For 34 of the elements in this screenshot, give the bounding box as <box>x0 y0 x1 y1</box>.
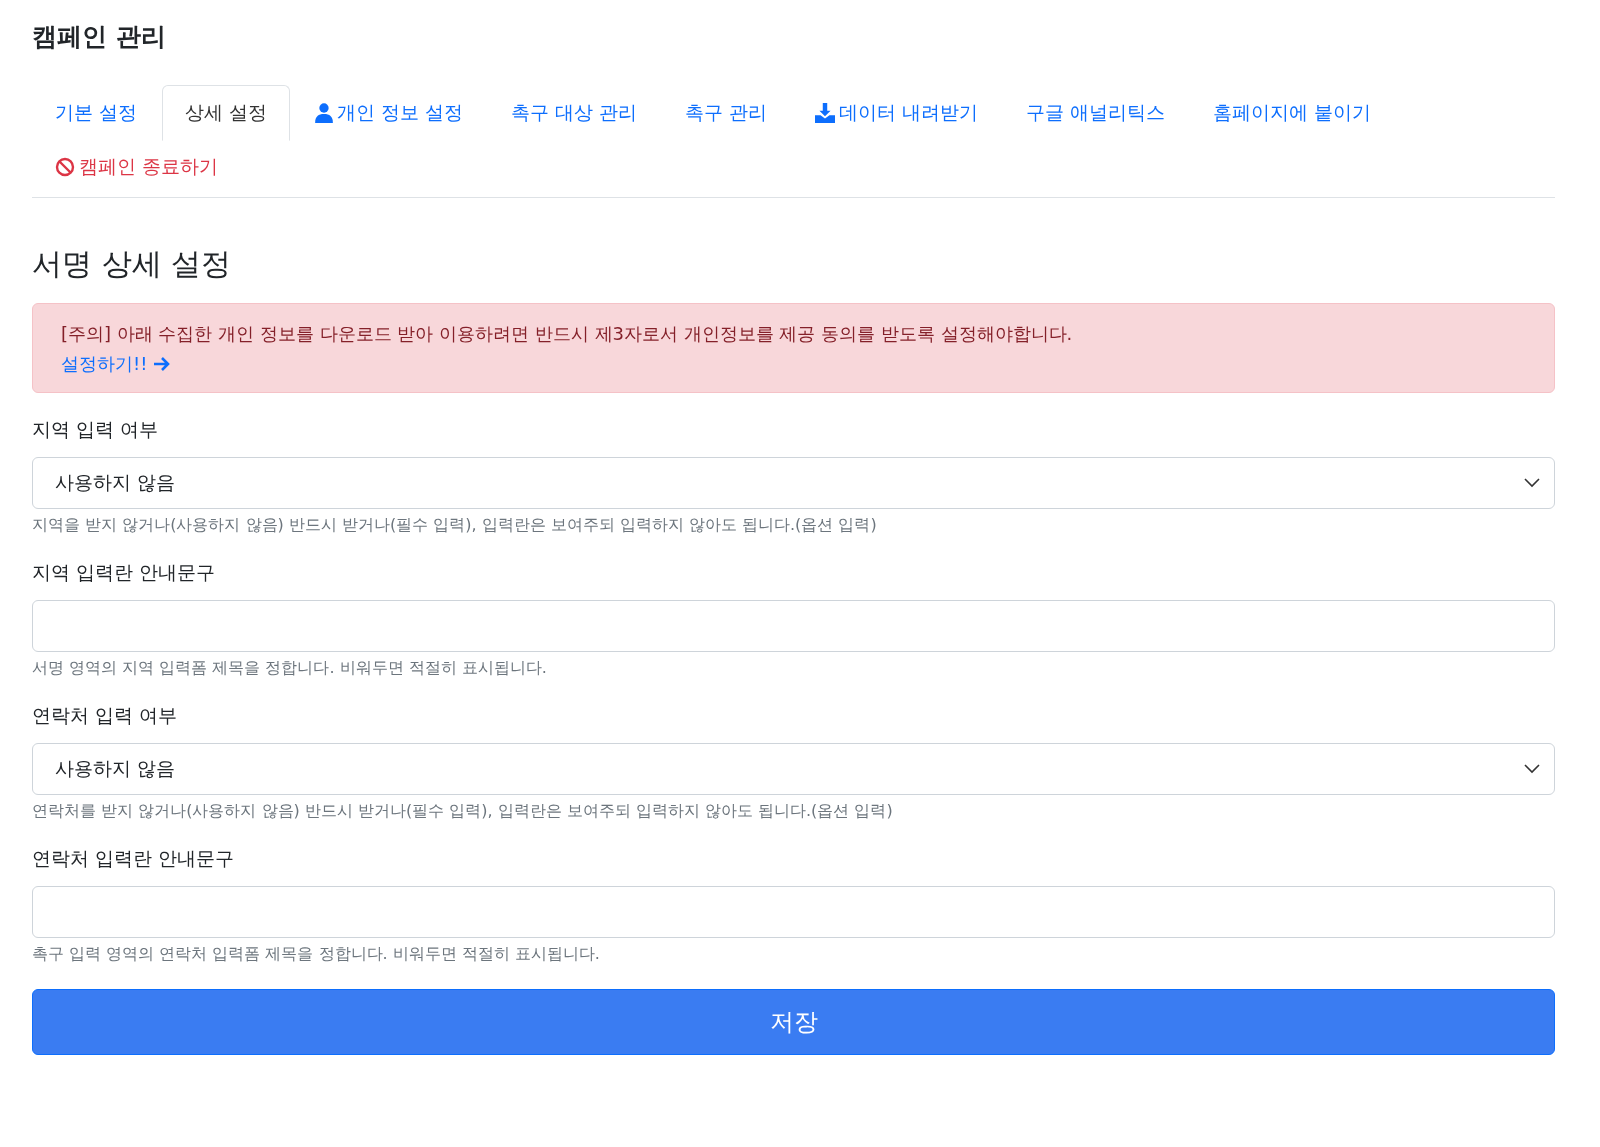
help-text: 지역을 받지 않거나(사용하지 않음) 반드시 받거나(필수 입력), 입력란은 보여주되 입력하지 않아도 됩니다.(옵션 입력) <box>32 515 878 536</box>
tab[interactable]: 기본 설정 <box>32 85 161 141</box>
save-button[interactable]: 저장 <box>32 989 1555 1055</box>
tab[interactable]: 촉구 관리 <box>662 85 791 141</box>
help-text: 연락처를 받지 않거나(사용하지 않음) 반드시 받거나(필수 입력), 입력란은 보여주되 입력하지 않아도 됩니다.(옵션 입력) <box>32 801 894 822</box>
chevron-down-icon <box>1524 764 1540 774</box>
field-label: 연락처 입력란 안내문구 <box>32 846 236 871</box>
text-input-field[interactable] <box>32 600 1555 652</box>
select-field[interactable]: 사용하지 않음 <box>32 743 1555 795</box>
alert-message: [주의] 아래 수집한 개인 정보를 다운로드 받아 이용하려면 반드시 제3자로서 개인정보를 제공 동의를 받도록 설정해야합니다. <box>61 322 1074 346</box>
chevron-down-icon <box>1524 478 1540 488</box>
settings-link[interactable]: 설정하기!! <box>61 352 172 376</box>
field-label: 지역 입력 여부 <box>32 417 160 442</box>
arrow-right-icon <box>153 356 172 372</box>
page-title: 캠페인 관리 <box>32 21 167 53</box>
select-value: 사용하지 않음 <box>55 756 176 781</box>
section-title: 서명 상세 설정 <box>32 245 233 283</box>
select-value: 사용하지 않음 <box>55 470 176 495</box>
select-field[interactable]: 사용하지 않음 <box>32 457 1555 509</box>
download-icon <box>815 103 836 123</box>
tab[interactable]: 데이터 내려받기 <box>792 85 1002 141</box>
tab[interactable]: 개인 정보 설정 <box>292 85 487 141</box>
help-text: 촉구 입력 영역의 연락처 입력폼 제목을 정합니다. 비워두면 적절히 표시됩니다. <box>32 944 601 965</box>
text-input-field[interactable] <box>32 886 1555 938</box>
tab[interactable]: 캠페인 종료하기 <box>32 141 242 185</box>
person-icon <box>315 103 334 123</box>
tab[interactable]: 구글 애널리틱스 <box>1003 85 1189 141</box>
tab[interactable]: 상세 설정 <box>162 85 291 141</box>
field-label: 연락처 입력 여부 <box>32 703 179 728</box>
help-text: 서명 영역의 지역 입력폼 제목을 정합니다. 비워두면 적절히 표시됩니다. <box>32 658 548 679</box>
tab[interactable]: 홈페이지에 붙이기 <box>1190 85 1395 141</box>
tab[interactable]: 촉구 대상 관리 <box>488 85 661 141</box>
field-label: 지역 입력란 안내문구 <box>32 560 217 585</box>
prohibited-icon <box>55 157 75 177</box>
